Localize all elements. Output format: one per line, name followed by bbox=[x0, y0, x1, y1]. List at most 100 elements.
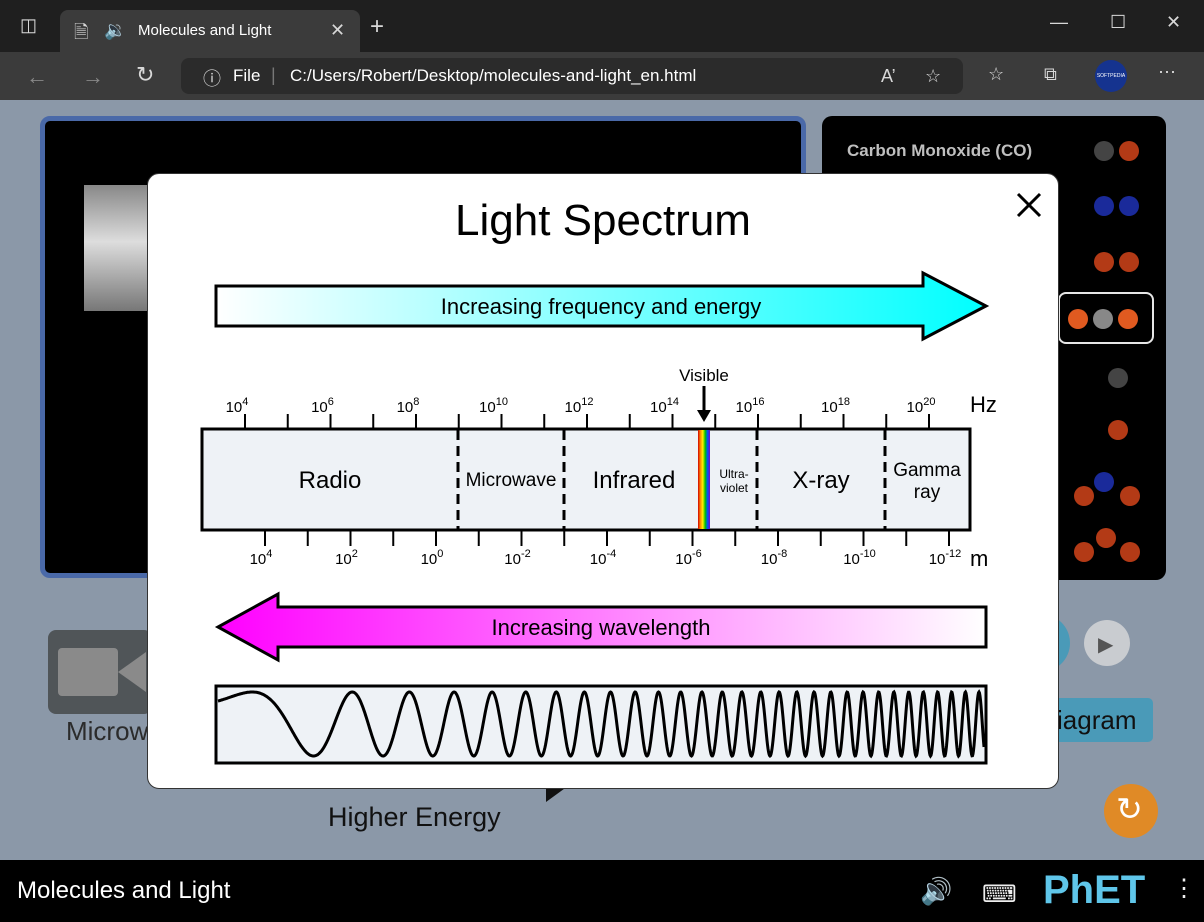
address-file-label: File bbox=[233, 66, 261, 85]
band-infrared: Infrared bbox=[593, 467, 676, 494]
frequency-tick-label: 104 bbox=[226, 396, 249, 416]
visible-arrow-head bbox=[697, 410, 711, 422]
frequency-axis: 104 106 108 1010 1012 1014 1016 1018 1020 bbox=[226, 396, 936, 429]
molecule-atom bbox=[1119, 141, 1139, 161]
visible-label: Visible bbox=[679, 366, 729, 385]
reset-all-button[interactable]: ↻ bbox=[1104, 784, 1158, 838]
step-forward-button[interactable]: ▶​ bbox=[1084, 620, 1130, 666]
molecule-atom bbox=[1120, 542, 1140, 562]
frequency-arrow-label: Increasing frequency and energy bbox=[441, 294, 761, 319]
info-icon[interactable]: ⓘ bbox=[203, 65, 221, 91]
dialog-title: Light Spectrum bbox=[455, 196, 751, 245]
frequency-tick-label: 1012 bbox=[565, 396, 594, 416]
read-aloud-icon[interactable]: A’ bbox=[881, 66, 896, 87]
frequency-tick-label: 108 bbox=[397, 396, 420, 416]
keyboard-icon[interactable]: ⌨ bbox=[982, 880, 1017, 909]
frequency-arrow bbox=[214, 270, 990, 342]
wavelength-arrow bbox=[214, 591, 988, 663]
address-divider: | bbox=[271, 65, 276, 85]
band-ultraviolet-line2: violet bbox=[720, 481, 749, 495]
favorites-icon[interactable]: ☆ bbox=[988, 64, 1004, 85]
wavelength-tick-label: 100 bbox=[421, 548, 444, 568]
reset-icon: ↻ bbox=[1116, 791, 1143, 827]
molecule-atom bbox=[1108, 368, 1128, 388]
tab-title: Molecules and Light bbox=[138, 22, 272, 39]
wavelength-tick-label: 10-10 bbox=[843, 548, 876, 568]
maximize-icon[interactable]: ☐ bbox=[1110, 12, 1126, 33]
molecule-atom bbox=[1074, 486, 1094, 506]
molecule-atom bbox=[1120, 486, 1140, 506]
collections-icon[interactable]: ⧉ bbox=[1044, 64, 1057, 85]
molecule-atom bbox=[1094, 252, 1114, 272]
camera-lens-icon bbox=[118, 652, 146, 692]
wavelength-tick-label: 10-8 bbox=[761, 548, 787, 568]
visible-band bbox=[698, 430, 710, 529]
close-tab-icon[interactable]: ✕ bbox=[330, 20, 345, 41]
molecule-atom bbox=[1094, 472, 1114, 492]
sound-icon[interactable]: 🔊 bbox=[920, 876, 952, 907]
molecule-atom bbox=[1094, 141, 1114, 161]
molecule-atom bbox=[1118, 309, 1138, 329]
band-ultraviolet-line1: Ultra- bbox=[719, 467, 748, 481]
wavelength-tick-label: 10-6 bbox=[675, 548, 701, 568]
frequency-tick-label: 1010 bbox=[479, 396, 508, 416]
diagram-button-label: iagram bbox=[1057, 705, 1137, 735]
address-bar[interactable]: ⓘ File | C:/Users/Robert/Desktop/molecul… bbox=[181, 58, 963, 94]
light-source-selector[interactable] bbox=[48, 630, 152, 714]
frequency-tick-label: 1014 bbox=[650, 396, 679, 416]
minimize-icon[interactable]: — bbox=[1050, 12, 1068, 33]
wavelength-arrow-label: Increasing wavelength bbox=[492, 615, 711, 640]
molecule-atom bbox=[1108, 420, 1128, 440]
frequency-tick-label: 106 bbox=[311, 396, 334, 416]
molecule-atom bbox=[1074, 542, 1094, 562]
higher-energy-label: Higher Energy bbox=[328, 802, 501, 832]
profile-avatar[interactable]: SOFTPEDIA bbox=[1095, 60, 1127, 92]
new-tab-icon[interactable]: + bbox=[370, 13, 384, 41]
wavelength-tick-label: 102 bbox=[335, 548, 358, 568]
favorite-add-icon[interactable]: ☆ bbox=[925, 66, 941, 87]
band-gamma-line2: ray bbox=[914, 482, 941, 503]
wavelength-tick-label: 104 bbox=[250, 548, 273, 568]
sim-title: Molecules and Light bbox=[17, 877, 231, 904]
browser-tab[interactable]: 🗎 🔉 Molecules and Light ✕ bbox=[60, 10, 360, 52]
wavelength-tick-label: 10-12 bbox=[929, 548, 962, 568]
band-radio: Radio bbox=[299, 467, 362, 494]
address-url[interactable]: C:/Users/Robert/Desktop/molecules-and-li… bbox=[290, 66, 696, 86]
camera-icon bbox=[58, 648, 118, 696]
frequency-tick-label: 1018 bbox=[821, 396, 850, 416]
back-icon[interactable]: ← bbox=[26, 64, 48, 90]
band-gamma-line1: Gamma bbox=[893, 460, 961, 481]
forward-icon[interactable]: → bbox=[82, 64, 104, 90]
phet-logo[interactable]: PhET bbox=[1043, 868, 1145, 913]
close-icon[interactable] bbox=[1012, 188, 1046, 222]
frequency-tick-label: 1016 bbox=[736, 396, 765, 416]
wavelength-tick-label: 10-4 bbox=[590, 548, 616, 568]
spectrum-bar bbox=[200, 427, 972, 532]
molecule-atom bbox=[1119, 196, 1139, 216]
more-menu-icon[interactable]: ⋯ bbox=[1158, 62, 1176, 83]
refresh-icon[interactable]: ↻ bbox=[136, 62, 154, 88]
browser-tab-bar: ◫ 🗎 🔉 Molecules and Light ✕ + — ☐ ✕ bbox=[0, 0, 1204, 52]
show-light-spectrum-diagram-button[interactable]: iagram bbox=[1043, 698, 1153, 742]
tab-actions-icon[interactable]: ◫ bbox=[20, 15, 37, 36]
molecule-atom bbox=[1093, 309, 1113, 329]
molecule-atom bbox=[1096, 528, 1116, 548]
hz-unit: Hz bbox=[970, 392, 997, 417]
molecule-atom bbox=[1119, 252, 1139, 272]
band-xray: X-ray bbox=[792, 467, 849, 494]
wavelength-axis: 104 102 100 10-2 10-4 10-6 10-8 10-10 10-12 bbox=[250, 530, 962, 568]
profile-badge-text: SOFTPEDIA bbox=[1096, 73, 1126, 79]
spectrum-diagram: Increasing frequency and energy Visible … bbox=[200, 270, 997, 765]
frequency-tick-label: 1020 bbox=[907, 396, 936, 416]
browser-toolbar: ← → ↻ ⓘ File | C:/Users/Robert/Desktop/m… bbox=[0, 52, 1204, 100]
light-source-label: Microw bbox=[66, 716, 149, 746]
band-microwave: Microwave bbox=[466, 470, 557, 491]
speaker-icon[interactable]: 🔉 bbox=[104, 20, 126, 41]
chirp-wave bbox=[217, 689, 986, 759]
close-window-icon[interactable]: ✕ bbox=[1166, 12, 1181, 33]
light-source-lamp bbox=[84, 185, 154, 311]
light-spectrum-dialog: Light Spectrum Increasing frequency and … bbox=[147, 173, 1059, 789]
phet-menu-icon[interactable]: ⋮ bbox=[1172, 874, 1196, 903]
molecule-option-co-label[interactable]: Carbon Monoxide (CO) bbox=[847, 141, 1032, 161]
m-unit: m bbox=[970, 546, 988, 571]
